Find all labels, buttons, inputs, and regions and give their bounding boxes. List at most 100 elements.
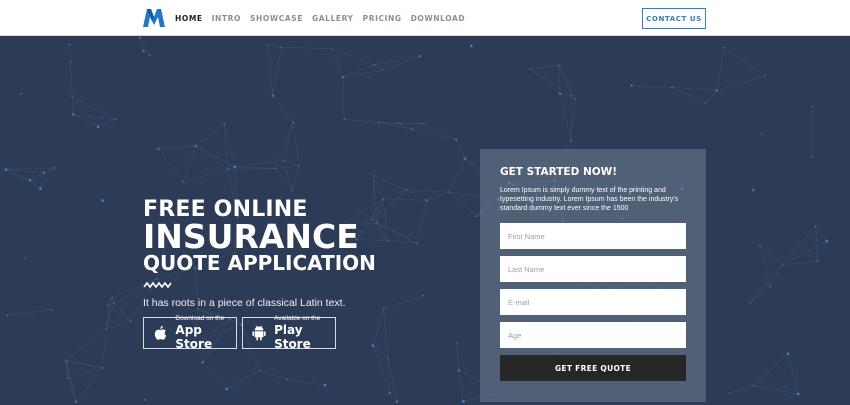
network-line bbox=[456, 342, 460, 371]
nav-pricing[interactable]: PRICING bbox=[363, 14, 402, 23]
network-node bbox=[395, 400, 399, 403]
email-field[interactable] bbox=[500, 289, 686, 315]
network-line bbox=[293, 122, 300, 166]
age-field[interactable] bbox=[500, 322, 686, 348]
network-line bbox=[226, 370, 260, 390]
network-node bbox=[382, 308, 385, 310]
play-store-big-label: Play Store bbox=[274, 323, 311, 351]
network-node bbox=[728, 392, 731, 395]
network-node bbox=[266, 44, 269, 46]
network-line bbox=[5, 169, 44, 174]
network-node bbox=[142, 49, 145, 53]
hero-title-line2: INSURANCE bbox=[143, 217, 359, 256]
network-node bbox=[558, 92, 562, 96]
network-node bbox=[157, 147, 160, 151]
network-node bbox=[64, 360, 67, 363]
network-node bbox=[388, 391, 391, 395]
network-line bbox=[98, 119, 116, 128]
network-node bbox=[271, 94, 275, 97]
network-line bbox=[202, 362, 227, 390]
network-line bbox=[753, 385, 799, 395]
network-node bbox=[448, 191, 450, 193]
nav-gallery[interactable]: GALLERY bbox=[312, 14, 354, 23]
top-navbar: HOME INTRO SHOWCASE GALLERY PRICING DOWN… bbox=[0, 0, 850, 36]
network-line bbox=[356, 239, 388, 241]
hero-section: FREE ONLINE INSURANCE QUOTE APPLICATION … bbox=[0, 37, 850, 405]
network-line bbox=[267, 44, 274, 96]
nav-home[interactable]: HOME bbox=[175, 14, 203, 23]
nav-intro[interactable]: INTRO bbox=[212, 14, 241, 23]
network-line bbox=[753, 353, 788, 387]
network-line bbox=[456, 139, 466, 159]
network-line bbox=[423, 123, 457, 140]
network-node bbox=[19, 93, 22, 95]
network-line bbox=[716, 47, 724, 91]
network-node bbox=[769, 285, 772, 288]
network-line bbox=[558, 65, 561, 94]
network-line bbox=[182, 145, 196, 182]
network-line bbox=[342, 69, 383, 78]
play-store-button[interactable]: Available on the Play Store bbox=[242, 315, 336, 351]
network-node bbox=[796, 392, 800, 396]
network-node bbox=[749, 301, 751, 304]
network-line bbox=[106, 321, 131, 330]
network-node bbox=[671, 86, 673, 89]
network-line bbox=[356, 198, 384, 240]
network-node bbox=[558, 64, 560, 66]
network-node bbox=[387, 357, 389, 359]
network-node bbox=[814, 225, 817, 228]
network-line bbox=[570, 99, 576, 141]
network-node bbox=[225, 387, 229, 391]
network-line bbox=[749, 286, 771, 303]
network-line bbox=[292, 165, 300, 191]
network-line bbox=[72, 97, 74, 115]
network-node bbox=[399, 123, 401, 125]
network-line bbox=[101, 328, 107, 368]
network-node bbox=[781, 264, 784, 266]
network-line bbox=[342, 77, 345, 120]
app-store-button[interactable]: Download on the App Store bbox=[143, 315, 237, 351]
network-line bbox=[406, 189, 449, 193]
network-node bbox=[411, 128, 413, 131]
get-free-quote-button[interactable]: GET FREE QUOTE bbox=[500, 355, 686, 381]
network-node bbox=[574, 98, 577, 100]
hero-title-line3: QUOTE APPLICATION bbox=[143, 251, 376, 275]
network-line bbox=[111, 297, 131, 322]
network-background bbox=[4, 37, 829, 403]
network-line bbox=[70, 62, 73, 98]
network-line bbox=[448, 158, 466, 193]
network-node bbox=[24, 257, 26, 259]
network-node bbox=[298, 165, 300, 167]
network-node bbox=[422, 294, 424, 297]
main-nav: HOME INTRO SHOWCASE GALLERY PRICING DOWN… bbox=[175, 0, 465, 36]
nav-showcase[interactable]: SHOWCASE bbox=[250, 14, 303, 23]
network-node bbox=[630, 84, 633, 87]
last-name-field[interactable] bbox=[500, 256, 686, 282]
network-line bbox=[5, 167, 55, 170]
network-line bbox=[29, 179, 41, 189]
network-node bbox=[759, 245, 761, 247]
network-node bbox=[39, 187, 42, 191]
network-line bbox=[275, 165, 299, 169]
network-line bbox=[72, 96, 116, 120]
hero-tagline: It has roots in a piece of classical Lat… bbox=[143, 297, 346, 309]
contact-us-button[interactable]: CONTACT US bbox=[642, 8, 706, 29]
network-line bbox=[382, 55, 421, 71]
network-line bbox=[458, 370, 464, 402]
network-node bbox=[405, 188, 408, 191]
nav-download[interactable]: DOWNLOAD bbox=[411, 14, 466, 23]
network-line bbox=[195, 123, 225, 147]
network-node bbox=[182, 181, 184, 183]
brand-logo-icon[interactable] bbox=[143, 9, 165, 27]
network-node bbox=[280, 46, 282, 48]
network-node bbox=[751, 188, 755, 192]
network-node bbox=[371, 218, 374, 221]
first-name-field[interactable] bbox=[500, 223, 686, 249]
network-line bbox=[383, 189, 407, 199]
network-line bbox=[406, 189, 428, 201]
form-description: Lorem Ipsum is simply dummy text of the … bbox=[500, 187, 679, 212]
network-node bbox=[372, 175, 375, 177]
network-node bbox=[343, 118, 345, 120]
network-line bbox=[272, 47, 282, 96]
network-line bbox=[399, 123, 413, 130]
